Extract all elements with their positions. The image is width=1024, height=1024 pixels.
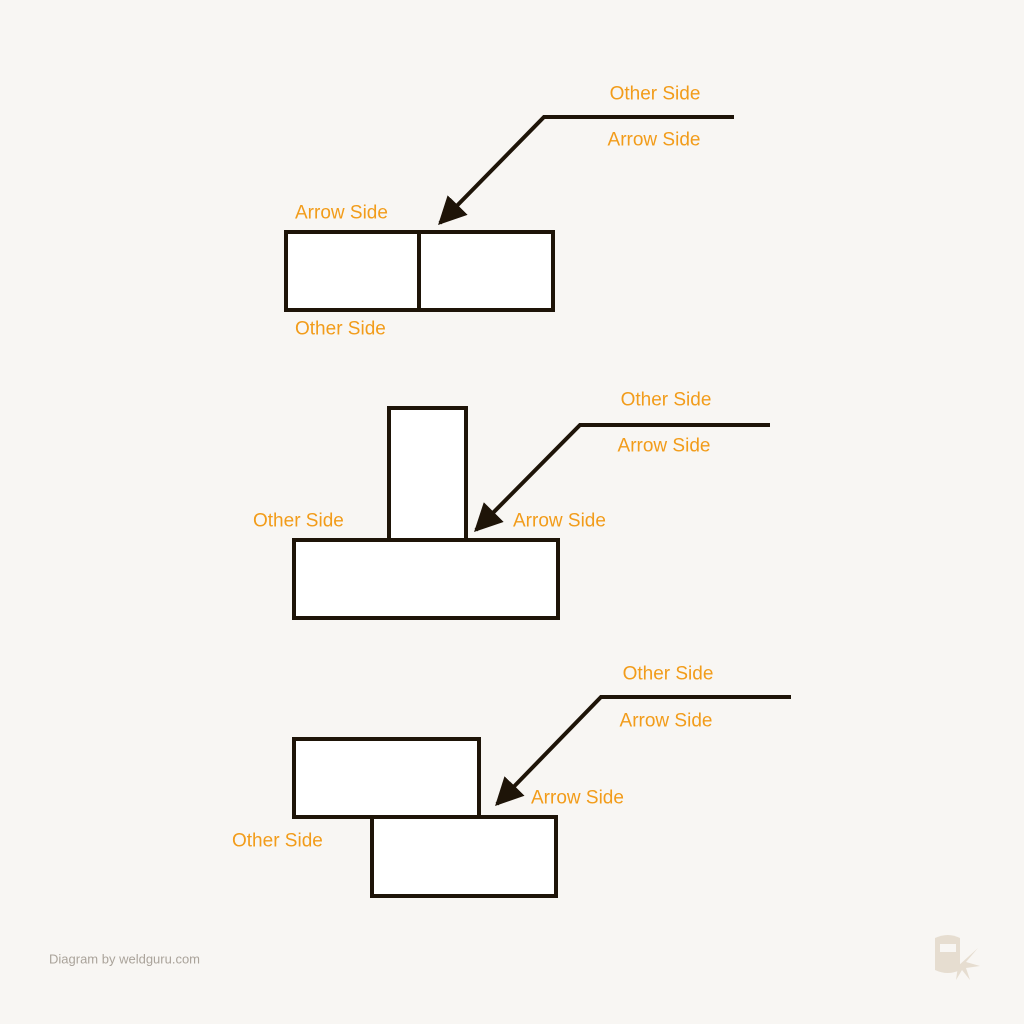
leader-arrow-side-label: Arrow Side: [620, 711, 713, 732]
weld-arrow-side-diagram: Other Side Arrow Side Arrow Side Other S…: [49, 84, 980, 980]
butt-joint-diagram: Other Side Arrow Side Arrow Side Other S…: [284, 84, 734, 340]
part-arrow-side-label: Arrow Side: [295, 203, 388, 224]
part-other-side-label: Other Side: [253, 511, 344, 532]
part-other-side-label: Other Side: [232, 831, 323, 852]
part-other-side-label: Other Side: [295, 319, 386, 340]
leader-other-side-label: Other Side: [621, 390, 712, 411]
vertical-plate: [387, 406, 468, 542]
leader-other-side-label: Other Side: [623, 664, 714, 685]
leader-other-side-label: Other Side: [610, 84, 701, 105]
base-plate: [292, 538, 560, 620]
weldguru-logo-icon: [935, 935, 980, 980]
lap-joint-diagram: Other Side Arrow Side Arrow Side Other S…: [232, 664, 791, 898]
credit-text: Diagram by weldguru.com: [49, 952, 200, 967]
bottom-plate: [370, 815, 558, 898]
part-arrow-side-label: Arrow Side: [531, 788, 624, 809]
part-arrow-side-label: Arrow Side: [513, 511, 606, 532]
leader-arrow-side-label: Arrow Side: [608, 130, 701, 151]
tee-joint-diagram: Other Side Arrow Side Arrow Side Other S…: [253, 390, 770, 620]
leader-arrow-side-label: Arrow Side: [618, 436, 711, 457]
top-plate: [292, 737, 481, 819]
